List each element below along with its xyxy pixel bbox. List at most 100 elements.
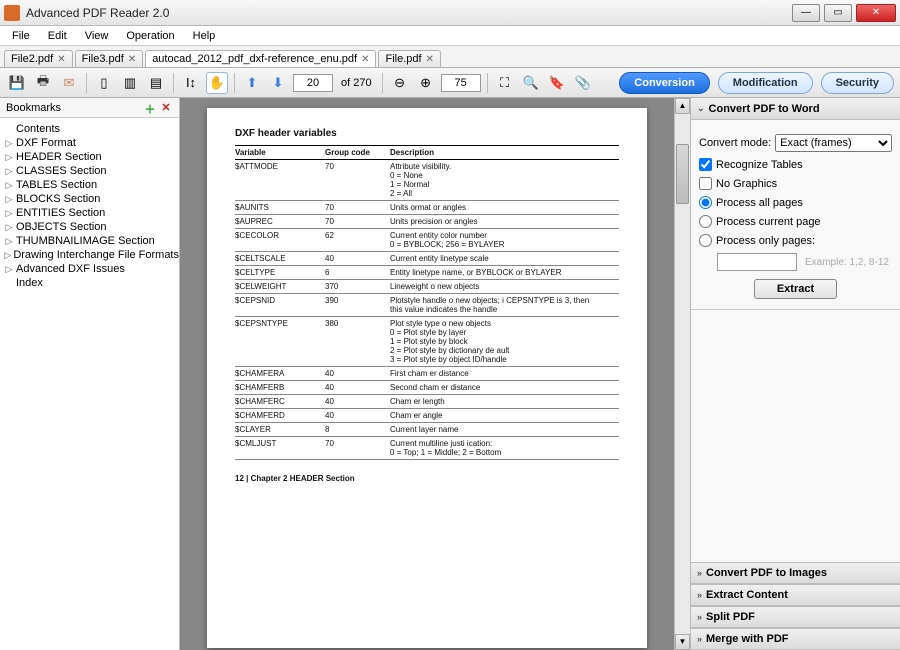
bookmark-item[interactable]: ▷Advanced DXF Issues <box>4 262 179 276</box>
expand-icon[interactable]: ▷ <box>4 138 14 149</box>
expand-icon[interactable]: ▷ <box>4 250 11 261</box>
close-icon[interactable]: ✕ <box>361 54 369 65</box>
bookmark-item[interactable]: ▷CLASSES Section <box>4 164 179 178</box>
bookmark-item[interactable]: ▷HEADER Section <box>4 150 179 164</box>
separator <box>173 73 174 93</box>
expand-icon[interactable]: ▷ <box>4 166 14 177</box>
single-page-icon[interactable]: ▯ <box>93 72 115 94</box>
menu-file[interactable]: File <box>4 28 38 44</box>
bookmarks-sidebar: Bookmarks ＋ ✕ Contents▷DXF Format▷HEADER… <box>0 98 180 650</box>
expand-icon[interactable]: ▷ <box>4 264 14 275</box>
pdf-page: DXF header variables Variable Group code… <box>207 108 647 648</box>
fit-page-icon[interactable]: ⛶ <box>494 72 516 94</box>
section-merge-pdf[interactable]: » Merge with PDF <box>691 628 900 650</box>
section-convert-images[interactable]: » Convert PDF to Images <box>691 562 900 584</box>
two-page-icon[interactable]: ▤ <box>145 72 167 94</box>
expand-icon[interactable]: ▷ <box>4 222 14 233</box>
conversion-button[interactable]: Conversion <box>619 72 710 94</box>
bookmark-item[interactable]: ▷THUMBNAILIMAGE Section <box>4 234 179 248</box>
page-viewer[interactable]: DXF header variables Variable Group code… <box>180 98 674 650</box>
current-page-radio[interactable] <box>699 215 712 228</box>
bookmark-item[interactable]: ▷OBJECTS Section <box>4 220 179 234</box>
col-group-code: Group code <box>325 148 390 157</box>
expand-icon[interactable]: ▷ <box>4 180 14 191</box>
bookmarks-tree: Contents▷DXF Format▷HEADER Section▷CLASS… <box>0 118 179 294</box>
close-icon[interactable]: ✕ <box>128 54 136 65</box>
scroll-down-icon[interactable]: ▼ <box>675 634 690 650</box>
close-icon[interactable]: ✕ <box>57 54 65 65</box>
mail-icon[interactable]: ✉ <box>58 72 80 94</box>
bookmark-item[interactable]: Contents <box>4 122 179 136</box>
menu-operation[interactable]: Operation <box>118 28 182 44</box>
bookmark-label: Contents <box>16 123 60 135</box>
text-select-icon[interactable]: I↕ <box>180 72 202 94</box>
table-row: $CELTYPE6Entity linetype name, or BYBLOC… <box>235 266 619 280</box>
maximize-button[interactable]: ▭ <box>824 4 852 22</box>
scroll-thumb[interactable] <box>676 144 689 204</box>
zoom-out-icon[interactable]: ⊖ <box>389 72 411 94</box>
zoom-in-icon[interactable]: ⊕ <box>415 72 437 94</box>
bookmark-item[interactable]: ▷BLOCKS Section <box>4 192 179 206</box>
expand-icon[interactable]: ▷ <box>4 152 14 163</box>
table-row: $CHAMFERD40Cham er angle <box>235 409 619 423</box>
add-bookmark-icon[interactable]: ＋ <box>143 101 157 115</box>
scroll-track[interactable] <box>675 114 690 634</box>
bookmark-item[interactable]: ▷Drawing Interchange File Formats <box>4 248 179 262</box>
menu-view[interactable]: View <box>77 28 117 44</box>
tab-file2[interactable]: File2.pdf✕ <box>4 50 73 67</box>
bookmark-label: Advanced DXF Issues <box>16 263 125 275</box>
extract-button[interactable]: Extract <box>754 279 837 299</box>
section-convert-word[interactable]: ⌄ Convert PDF to Word <box>691 98 900 120</box>
all-pages-radio[interactable] <box>699 196 712 209</box>
right-panel: ⌄ Convert PDF to Word Convert mode: Exac… <box>690 98 900 650</box>
no-graphics-label: No Graphics <box>716 178 777 190</box>
bookmark-label: Index <box>16 277 43 289</box>
next-page-icon[interactable]: ⬇ <box>267 72 289 94</box>
recognize-tables-checkbox[interactable] <box>699 158 712 171</box>
convert-mode-select[interactable]: Exact (frames) <box>775 134 892 152</box>
bookmark-item[interactable]: ▷TABLES Section <box>4 178 179 192</box>
pages-input[interactable] <box>717 253 797 271</box>
close-button[interactable]: ✕ <box>856 4 896 22</box>
tab-file[interactable]: File.pdf✕ <box>378 50 440 67</box>
expand-icon[interactable]: ▷ <box>4 236 14 247</box>
tab-file3[interactable]: File3.pdf✕ <box>75 50 144 67</box>
print-icon[interactable]: 🖶 <box>32 72 54 94</box>
delete-bookmark-icon[interactable]: ✕ <box>159 101 173 115</box>
only-pages-radio[interactable] <box>699 234 712 247</box>
page-footer: 12 | Chapter 2 HEADER Section <box>235 474 619 483</box>
section-split-pdf[interactable]: » Split PDF <box>691 606 900 628</box>
section-extract-content[interactable]: » Extract Content <box>691 584 900 606</box>
attachment-icon[interactable]: 📎 <box>572 72 594 94</box>
chevron-right-icon: » <box>697 634 702 644</box>
minimize-button[interactable]: — <box>792 4 820 22</box>
bookmark-item[interactable]: ▷ENTITIES Section <box>4 206 179 220</box>
security-button[interactable]: Security <box>821 72 894 94</box>
scroll-up-icon[interactable]: ▲ <box>675 98 690 114</box>
prev-page-icon[interactable]: ⬆ <box>241 72 263 94</box>
bookmark-label: CLASSES Section <box>16 165 107 177</box>
page-input[interactable] <box>293 74 333 92</box>
menu-edit[interactable]: Edit <box>40 28 75 44</box>
save-icon[interactable]: 💾 <box>6 72 28 94</box>
page-total: of 270 <box>337 77 376 89</box>
search-icon[interactable]: 🔍 <box>520 72 542 94</box>
expand-icon[interactable]: ▷ <box>4 208 14 219</box>
zoom-input[interactable] <box>441 74 481 92</box>
vertical-scrollbar[interactable]: ▲ ▼ <box>674 98 690 650</box>
bookmark-item[interactable]: Index <box>4 276 179 290</box>
menu-help[interactable]: Help <box>185 28 224 44</box>
page-heading: DXF header variables <box>235 128 619 139</box>
tab-autocad[interactable]: autocad_2012_pdf_dxf-reference_enu.pdf✕ <box>145 50 376 67</box>
separator <box>86 73 87 93</box>
continuous-page-icon[interactable]: ▥ <box>119 72 141 94</box>
table-row: $CHAMFERC40Cham er length <box>235 395 619 409</box>
close-icon[interactable]: ✕ <box>426 54 434 65</box>
no-graphics-checkbox[interactable] <box>699 177 712 190</box>
bookmark-icon[interactable]: 🔖 <box>546 72 568 94</box>
bookmark-item[interactable]: ▷DXF Format <box>4 136 179 150</box>
modification-button[interactable]: Modification <box>718 72 813 94</box>
table-row: $CMLJUST70Current multiline justi icatio… <box>235 437 619 460</box>
expand-icon[interactable]: ▷ <box>4 194 14 205</box>
hand-tool-icon[interactable]: ✋ <box>206 72 228 94</box>
